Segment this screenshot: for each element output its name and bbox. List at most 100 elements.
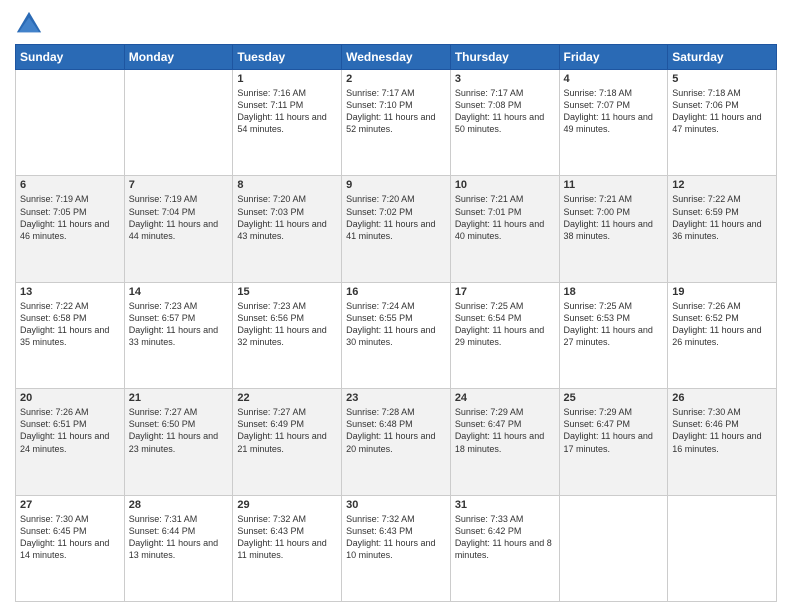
calendar-cell [559,495,668,601]
calendar-cell: 14 Sunrise: 7:23 AM Sunset: 6:57 PM Dayli… [124,282,233,388]
day-number: 30 [346,499,446,511]
cell-info: Sunrise: 7:23 AM Sunset: 6:57 PM Dayligh… [129,300,229,349]
calendar-cell: 15Sunrise: 7:23 AM Sunset: 6:56 PM Dayli… [233,282,342,388]
cell-info: Sunrise: 7:25 AM Sunset: 6:54 PM Dayligh… [455,300,555,349]
day-header-friday: Friday [559,45,668,70]
calendar-week-row: 1 Sunrise: 7:16 AM Sunset: 7:11 PM Daylig… [16,70,777,176]
calendar-cell: 29 Sunrise: 7:32 AM Sunset: 6:43 PM Dayli… [233,495,342,601]
calendar-header-row: SundayMondayTuesdayWednesdayThursdayFrid… [16,45,777,70]
day-number: 13 [20,286,120,298]
day-number: 11 [564,179,664,191]
calendar-cell: 1 Sunrise: 7:16 AM Sunset: 7:11 PM Daylig… [233,70,342,176]
calendar-cell: 23Sunrise: 7:28 AM Sunset: 6:48 PM Dayli… [342,389,451,495]
day-number: 4 [564,73,664,85]
day-number: 23 [346,392,446,404]
cell-info: Sunrise: 7:20 AM Sunset: 7:03 PM Dayligh… [237,193,337,242]
day-number: 6 [20,179,120,191]
day-header-sunday: Sunday [16,45,125,70]
calendar-cell: 30 Sunrise: 7:32 AM Sunset: 6:43 PM Dayli… [342,495,451,601]
day-number: 7 [129,179,229,191]
day-number: 16 [346,286,446,298]
calendar-cell: 17 Sunrise: 7:25 AM Sunset: 6:54 PM Dayli… [450,282,559,388]
page: SundayMondayTuesdayWednesdayThursdayFrid… [0,0,792,612]
calendar-cell: 24Sunrise: 7:29 AM Sunset: 6:47 PM Dayli… [450,389,559,495]
day-number: 2 [346,73,446,85]
cell-info: Sunrise: 7:19 AM Sunset: 7:05 PM Dayligh… [20,193,120,242]
calendar-cell: 26Sunrise: 7:30 AM Sunset: 6:46 PM Dayli… [668,389,777,495]
cell-info: Sunrise: 7:26 AM Sunset: 6:52 PM Dayligh… [672,300,772,349]
calendar-cell: 21 Sunrise: 7:27 AM Sunset: 6:50 PM Dayli… [124,389,233,495]
logo [15,10,47,38]
day-header-thursday: Thursday [450,45,559,70]
day-number: 19 [672,286,772,298]
day-number: 21 [129,392,229,404]
calendar-cell: 28Sunrise: 7:31 AM Sunset: 6:44 PM Dayli… [124,495,233,601]
day-number: 29 [237,499,337,511]
day-header-tuesday: Tuesday [233,45,342,70]
calendar-week-row: 27 Sunrise: 7:30 AM Sunset: 6:45 PM Dayli… [16,495,777,601]
calendar-table: SundayMondayTuesdayWednesdayThursdayFrid… [15,44,777,602]
cell-info: Sunrise: 7:30 AM Sunset: 6:45 PM Dayligh… [20,513,120,562]
day-header-monday: Monday [124,45,233,70]
day-number: 27 [20,499,120,511]
calendar-cell: 7 Sunrise: 7:19 AM Sunset: 7:04 PM Daylig… [124,176,233,282]
calendar-cell: 3 Sunrise: 7:17 AM Sunset: 7:08 PM Daylig… [450,70,559,176]
cell-info: Sunrise: 7:29 AM Sunset: 6:47 PM Dayligh… [564,406,664,455]
cell-info: Sunrise: 7:21 AM Sunset: 7:01 PM Dayligh… [455,193,555,242]
calendar-cell: 19 Sunrise: 7:26 AM Sunset: 6:52 PM Dayli… [668,282,777,388]
calendar-week-row: 13 Sunrise: 7:22 AM Sunset: 6:58 PM Dayli… [16,282,777,388]
calendar-cell: 4 Sunrise: 7:18 AM Sunset: 7:07 PM Daylig… [559,70,668,176]
day-number: 8 [237,179,337,191]
calendar-cell: 11 Sunrise: 7:21 AM Sunset: 7:00 PM Dayli… [559,176,668,282]
cell-info: Sunrise: 7:18 AM Sunset: 7:07 PM Dayligh… [564,87,664,136]
day-number: 20 [20,392,120,404]
cell-info: Sunrise: 7:19 AM Sunset: 7:04 PM Dayligh… [129,193,229,242]
cell-info: Sunrise: 7:25 AM Sunset: 6:53 PM Dayligh… [564,300,664,349]
day-number: 3 [455,73,555,85]
calendar-cell: 10 Sunrise: 7:21 AM Sunset: 7:01 PM Dayli… [450,176,559,282]
cell-info: Sunrise: 7:21 AM Sunset: 7:00 PM Dayligh… [564,193,664,242]
calendar-cell: 8 Sunrise: 7:20 AM Sunset: 7:03 PM Daylig… [233,176,342,282]
calendar-cell: 6 Sunrise: 7:19 AM Sunset: 7:05 PM Daylig… [16,176,125,282]
cell-info: Sunrise: 7:16 AM Sunset: 7:11 PM Dayligh… [237,87,337,136]
day-number: 18 [564,286,664,298]
cell-info: Sunrise: 7:20 AM Sunset: 7:02 PM Dayligh… [346,193,446,242]
calendar-cell [124,70,233,176]
cell-info: Sunrise: 7:26 AM Sunset: 6:51 PM Dayligh… [20,406,120,455]
cell-info: Sunrise: 7:22 AM Sunset: 6:58 PM Dayligh… [20,300,120,349]
day-number: 14 [129,286,229,298]
day-number: 24 [455,392,555,404]
calendar-cell: 20 Sunrise: 7:26 AM Sunset: 6:51 PM Dayli… [16,389,125,495]
day-number: 17 [455,286,555,298]
logo-icon [15,10,43,38]
calendar-week-row: 6 Sunrise: 7:19 AM Sunset: 7:05 PM Daylig… [16,176,777,282]
day-number: 9 [346,179,446,191]
day-number: 22 [237,392,337,404]
cell-info: Sunrise: 7:27 AM Sunset: 6:49 PM Dayligh… [237,406,337,455]
cell-info: Sunrise: 7:33 AM Sunset: 6:42 PM Dayligh… [455,513,555,562]
cell-info: Sunrise: 7:30 AM Sunset: 6:46 PM Dayligh… [672,406,772,455]
calendar-cell: 22 Sunrise: 7:27 AM Sunset: 6:49 PM Dayli… [233,389,342,495]
day-number: 10 [455,179,555,191]
calendar-cell: 25Sunrise: 7:29 AM Sunset: 6:47 PM Dayli… [559,389,668,495]
day-header-saturday: Saturday [668,45,777,70]
cell-info: Sunrise: 7:27 AM Sunset: 6:50 PM Dayligh… [129,406,229,455]
calendar-cell [668,495,777,601]
calendar-cell: 31 Sunrise: 7:33 AM Sunset: 6:42 PM Dayli… [450,495,559,601]
day-number: 1 [237,73,337,85]
cell-info: Sunrise: 7:32 AM Sunset: 6:43 PM Dayligh… [237,513,337,562]
calendar-cell: 5Sunrise: 7:18 AM Sunset: 7:06 PM Daylig… [668,70,777,176]
cell-info: Sunrise: 7:22 AM Sunset: 6:59 PM Dayligh… [672,193,772,242]
day-number: 15 [237,286,337,298]
day-number: 5 [672,73,772,85]
calendar-cell: 12 Sunrise: 7:22 AM Sunset: 6:59 PM Dayli… [668,176,777,282]
cell-info: Sunrise: 7:32 AM Sunset: 6:43 PM Dayligh… [346,513,446,562]
cell-info: Sunrise: 7:31 AM Sunset: 6:44 PM Dayligh… [129,513,229,562]
calendar-week-row: 20 Sunrise: 7:26 AM Sunset: 6:51 PM Dayli… [16,389,777,495]
cell-info: Sunrise: 7:17 AM Sunset: 7:08 PM Dayligh… [455,87,555,136]
calendar-cell: 2 Sunrise: 7:17 AM Sunset: 7:10 PM Daylig… [342,70,451,176]
day-number: 12 [672,179,772,191]
day-number: 31 [455,499,555,511]
cell-info: Sunrise: 7:17 AM Sunset: 7:10 PM Dayligh… [346,87,446,136]
calendar-cell: 13 Sunrise: 7:22 AM Sunset: 6:58 PM Dayli… [16,282,125,388]
